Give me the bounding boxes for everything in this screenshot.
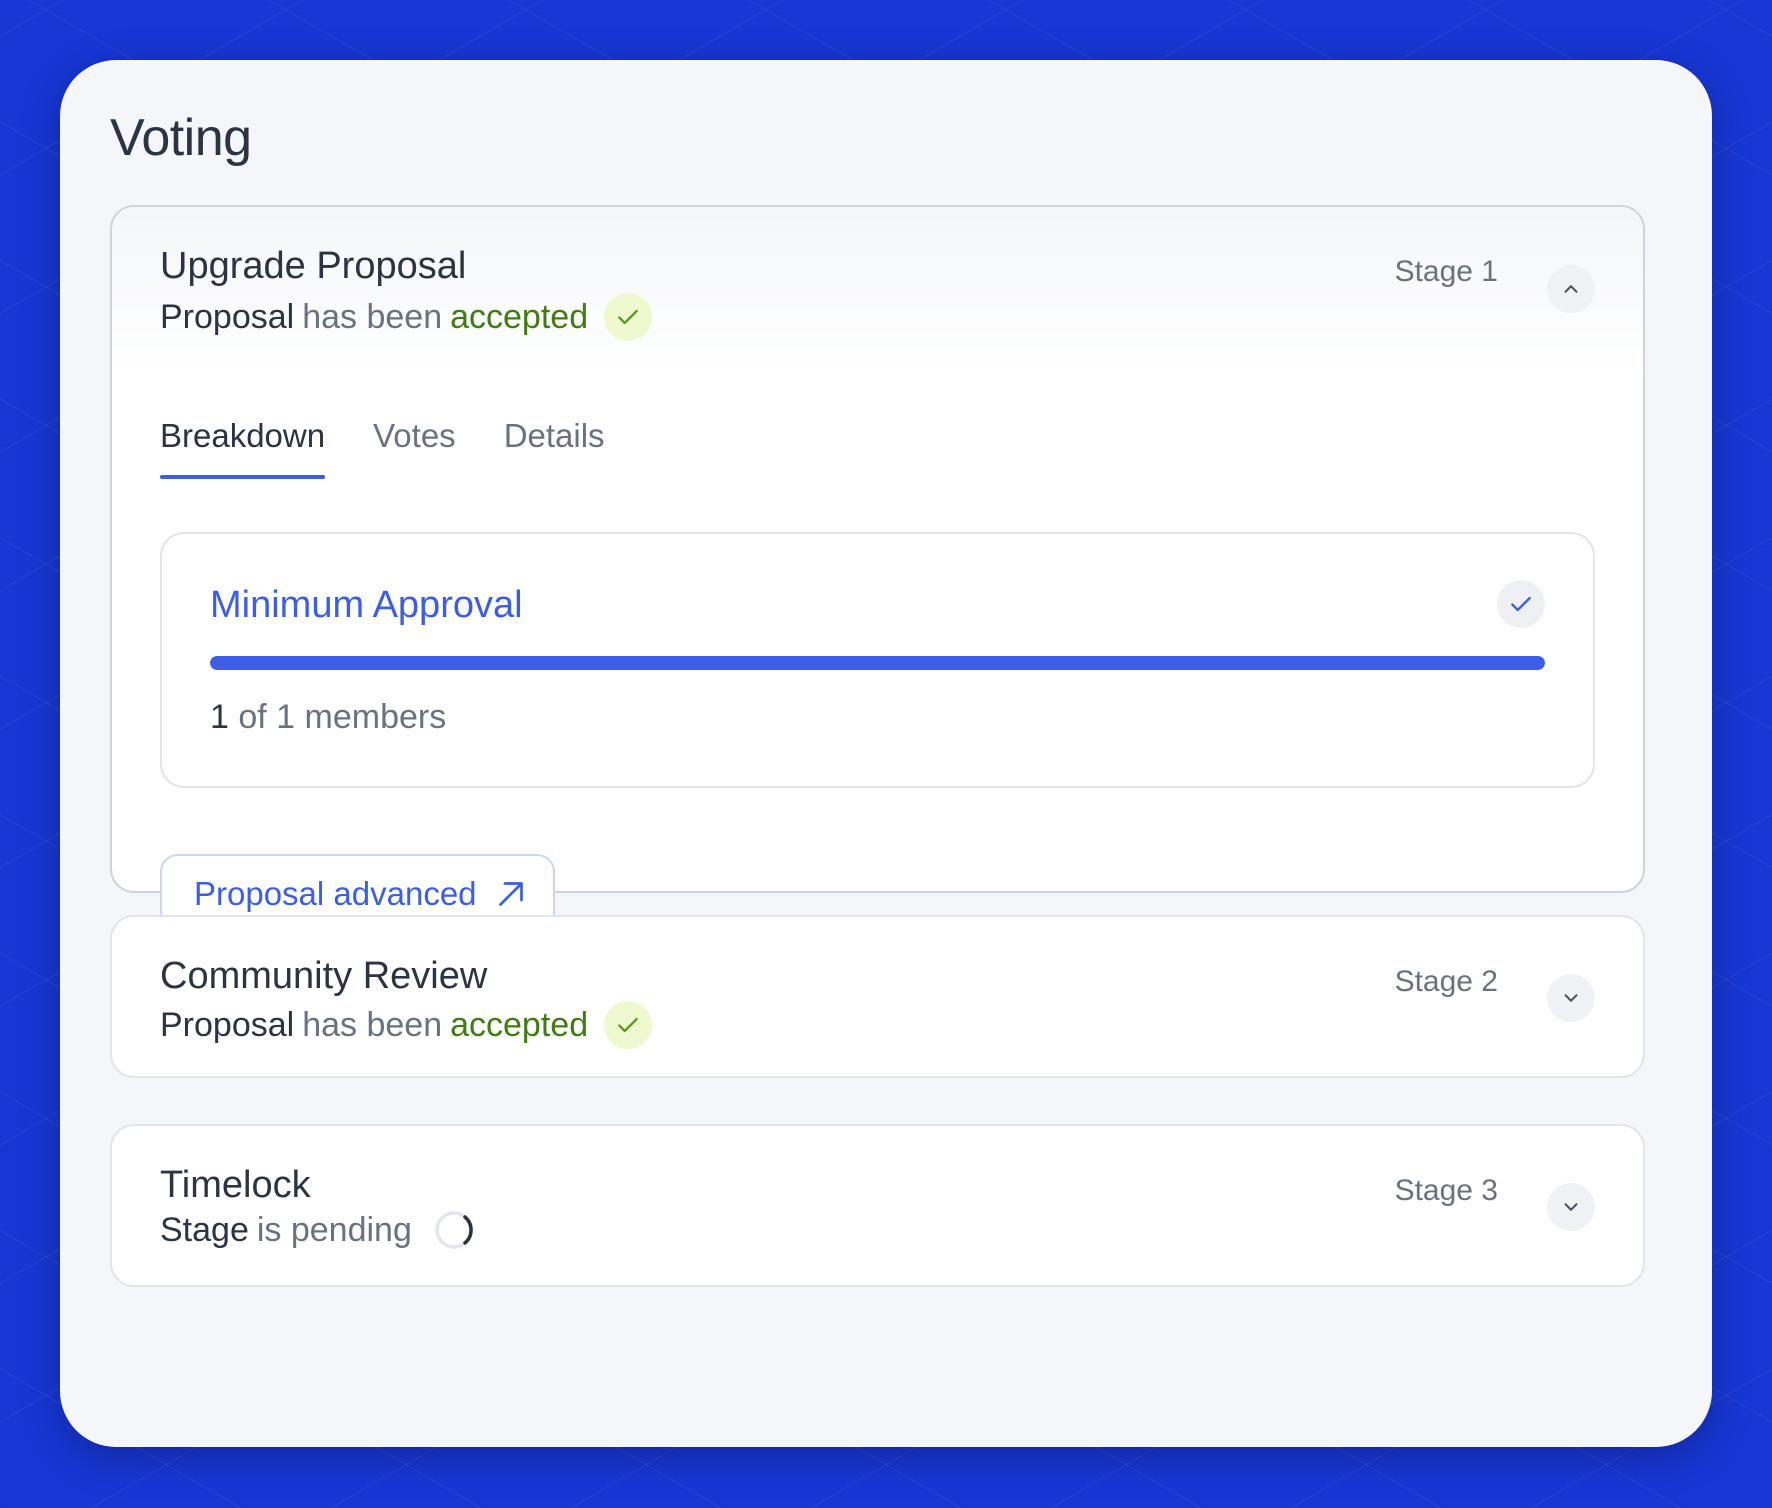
stage-name: Community Review xyxy=(160,955,488,997)
stage-number-label: Stage 2 xyxy=(1394,965,1498,998)
stage-header-background xyxy=(112,207,1643,377)
stage-status: Proposal has been accepted xyxy=(160,1001,660,1049)
stage-tabs: Breakdown Votes Details xyxy=(160,417,605,479)
approval-progress-bar xyxy=(210,656,1545,670)
status-subject: Stage xyxy=(160,1210,249,1249)
stage-card-timelock[interactable]: Timelock Stage is pending Stage 3 xyxy=(110,1124,1645,1287)
check-icon xyxy=(1497,580,1545,628)
status-result: accepted xyxy=(450,297,589,336)
collapse-button[interactable] xyxy=(1547,265,1595,313)
stage-number-label: Stage 3 xyxy=(1394,1174,1498,1207)
breakdown-title: Minimum Approval xyxy=(210,584,523,626)
status-verb: has been xyxy=(302,1005,443,1044)
minimum-approval-box: Minimum Approval 1 of 1 members xyxy=(160,532,1595,788)
chevron-up-icon xyxy=(1560,278,1582,300)
proposal-advanced-label: Proposal advanced xyxy=(194,875,477,912)
tab-votes[interactable]: Votes xyxy=(373,417,456,479)
stage-card-community-review[interactable]: Community Review Proposal has been accep… xyxy=(110,915,1645,1078)
panel-title: Voting xyxy=(110,109,252,167)
chevron-down-icon xyxy=(1560,1196,1582,1218)
status-subject: Proposal xyxy=(160,1005,295,1044)
approval-progress-fill xyxy=(210,656,1545,670)
arrow-up-right-icon xyxy=(493,876,529,912)
stage-name: Upgrade Proposal xyxy=(160,245,467,287)
stage-number-label: Stage 1 xyxy=(1394,255,1498,288)
status-result: accepted xyxy=(450,1005,589,1044)
members-total: of 1 members xyxy=(238,698,447,736)
tab-details[interactable]: Details xyxy=(504,417,605,479)
stage-card-upgrade-proposal: Upgrade Proposal Proposal has been accep… xyxy=(110,205,1645,934)
stage-name: Timelock xyxy=(160,1164,311,1206)
check-icon xyxy=(604,293,653,341)
pending-spinner-icon xyxy=(434,1210,474,1250)
check-icon xyxy=(604,1001,653,1049)
expand-button[interactable] xyxy=(1547,1183,1595,1231)
chevron-down-icon xyxy=(1560,987,1582,1009)
expand-button[interactable] xyxy=(1547,974,1595,1022)
status-subject: Proposal xyxy=(160,297,295,336)
tab-breakdown[interactable]: Breakdown xyxy=(160,417,326,479)
voting-panel: Voting Upgrade Proposal Proposal has bee… xyxy=(60,60,1712,1447)
stage-status: Proposal has been accepted xyxy=(160,293,660,341)
members-count: 1 of 1 members xyxy=(210,698,446,737)
status-verb: is pending xyxy=(256,1210,412,1249)
status-verb: has been xyxy=(302,297,443,336)
stage-status: Stage is pending xyxy=(160,1210,482,1250)
members-approved: 1 xyxy=(210,698,229,736)
